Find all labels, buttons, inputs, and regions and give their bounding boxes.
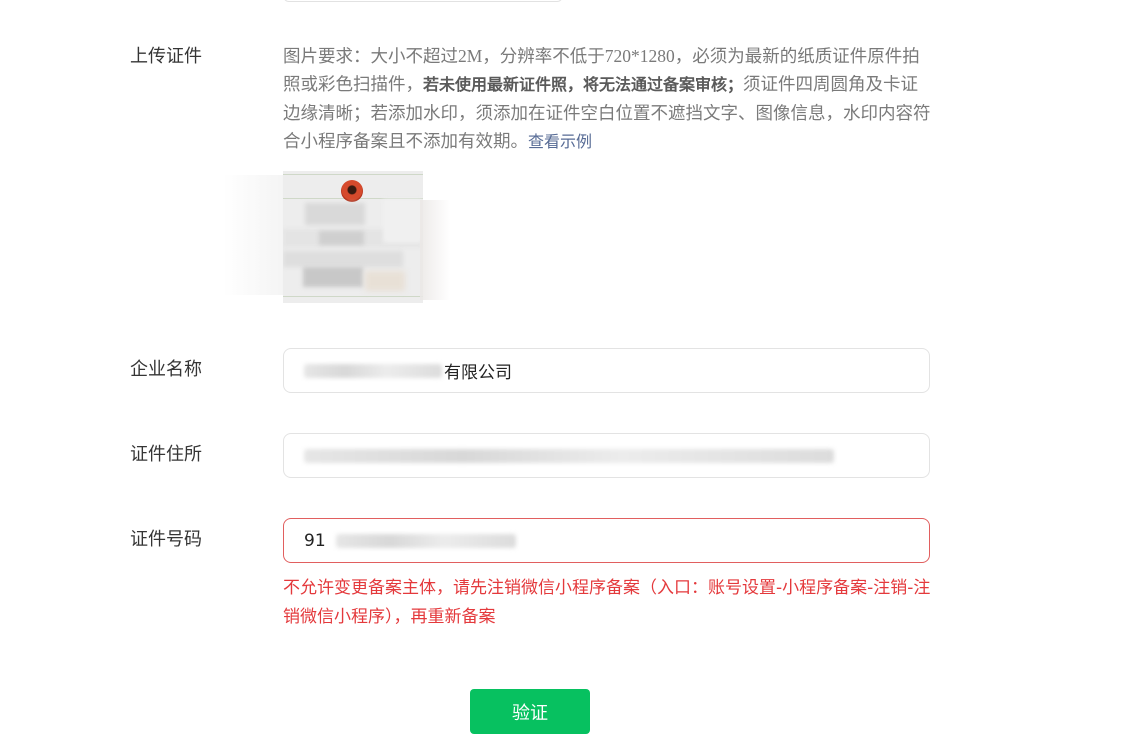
company-name-value: 有限公司	[444, 363, 512, 383]
address-input[interactable]	[283, 433, 930, 478]
view-example-link[interactable]: 查看示例	[528, 132, 592, 151]
company-name-label: 企业名称	[130, 359, 202, 380]
upload-requirements-hint: 图片要求：大小不超过2M，分辨率不低于720*1280，必须为最新的纸质证件原件…	[283, 42, 933, 156]
uploaded-cert-thumbnail[interactable]	[283, 171, 423, 303]
license-number-label: 证件号码	[130, 529, 202, 550]
redacted-text	[304, 363, 442, 378]
redacted-text	[304, 448, 834, 463]
hint-warning-bold: 若未使用最新证件照，将无法通过备案审核；	[423, 75, 744, 94]
previous-field-input[interactable]	[283, 0, 563, 2]
license-number-value: 91	[304, 530, 326, 551]
verify-button[interactable]: 验证	[470, 689, 590, 734]
license-number-error: 不允许变更备案主体，请先注销微信小程序备案（入口：账号设置-小程序备案-注销-注…	[283, 578, 931, 627]
thumb-shadow	[223, 175, 283, 295]
upload-cert-label: 上传证件	[130, 46, 202, 67]
seal-icon	[341, 180, 363, 202]
thumb-shadow-right	[420, 200, 450, 300]
company-name-input[interactable]: 有限公司	[283, 348, 930, 393]
redacted-text	[335, 533, 516, 548]
license-number-input[interactable]: 91	[283, 518, 930, 563]
address-label: 证件住所	[130, 444, 202, 465]
